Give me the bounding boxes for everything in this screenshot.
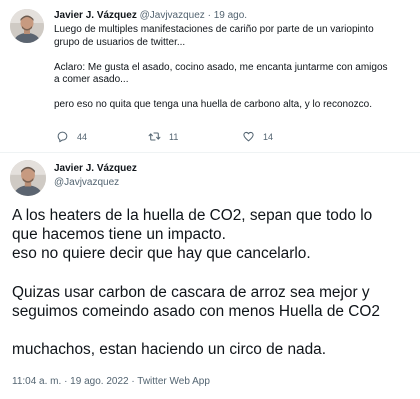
retweet-count: 11 xyxy=(169,131,179,142)
tweet-reply[interactable]: Javier J. Vázquez @Javjvazquez · 19 ago.… xyxy=(0,0,420,151)
tweet-line: A los heaters de la huella de CO2, sepan… xyxy=(12,207,373,224)
tweet-paragraph: pero eso no quita que tenga una huella d… xyxy=(54,99,412,112)
like-count: 14 xyxy=(263,131,274,142)
tweet-text: Luego de multiples manifestaciones de ca… xyxy=(54,24,412,112)
retweet-button[interactable]: 11 xyxy=(148,130,178,143)
tweet-line: pero eso no quita que tenga una huella d… xyxy=(54,99,373,110)
divider xyxy=(0,152,420,153)
tweet-header: Javier J. Vázquez @Javjvazquez · 19 ago. xyxy=(54,10,247,21)
tweet-line: Aclaro: Me gusta el asado, cocino asado,… xyxy=(54,61,388,73)
tweet-line: a comer asado... xyxy=(54,74,129,85)
separator-dot: · xyxy=(207,10,211,21)
tweet-paragraph: Luego de multiples manifestaciones de ca… xyxy=(54,24,412,49)
avatar[interactable] xyxy=(10,160,46,196)
tweet-actions: 44 11 14 xyxy=(54,130,354,144)
tweet-text: A los heaters de la huella de CO2, sepan… xyxy=(12,206,412,359)
heart-icon xyxy=(243,131,254,142)
tweet-line: seguimos comeindo asado con menos Huella… xyxy=(12,302,380,320)
author-handle[interactable]: @Javjvazquez xyxy=(54,177,119,188)
retweet-icon xyxy=(148,132,161,141)
tweet-date[interactable]: 19 ago. xyxy=(214,10,247,21)
tweet-timestamp[interactable]: 11:04 a. m. · 19 ago. 2022 · Twitter Web… xyxy=(12,376,210,387)
like-button[interactable]: 14 xyxy=(242,130,273,143)
author-name[interactable]: Javier J. Vázquez xyxy=(54,10,137,21)
avatar-photo xyxy=(10,9,44,43)
tweet-line: que hacemos tiene un impacto. xyxy=(12,226,226,243)
author-name[interactable]: Javier J. Vázquez xyxy=(54,163,137,174)
reply-button[interactable]: 44 xyxy=(56,130,87,143)
tweet-paragraph: Aclaro: Me gusta el asado, cocino asado,… xyxy=(54,62,412,87)
avatar-photo xyxy=(10,160,46,196)
tweet-line: eso no quiere decir que hay que cancelar… xyxy=(12,245,311,262)
tweet-line: Quizas usar carbon de cascara de arroz s… xyxy=(12,283,370,301)
reply-icon xyxy=(57,131,68,143)
tweet-line: muchachos, estan haciendo un circo de na… xyxy=(12,341,327,358)
avatar[interactable] xyxy=(10,9,44,43)
author-handle[interactable]: @Javjvazquez xyxy=(140,10,205,21)
tweet-line: Luego de multiples manifestaciones de ca… xyxy=(54,24,374,35)
tweet-line: grupo de usuarios de twitter... xyxy=(54,36,186,48)
reply-count: 44 xyxy=(77,131,88,142)
